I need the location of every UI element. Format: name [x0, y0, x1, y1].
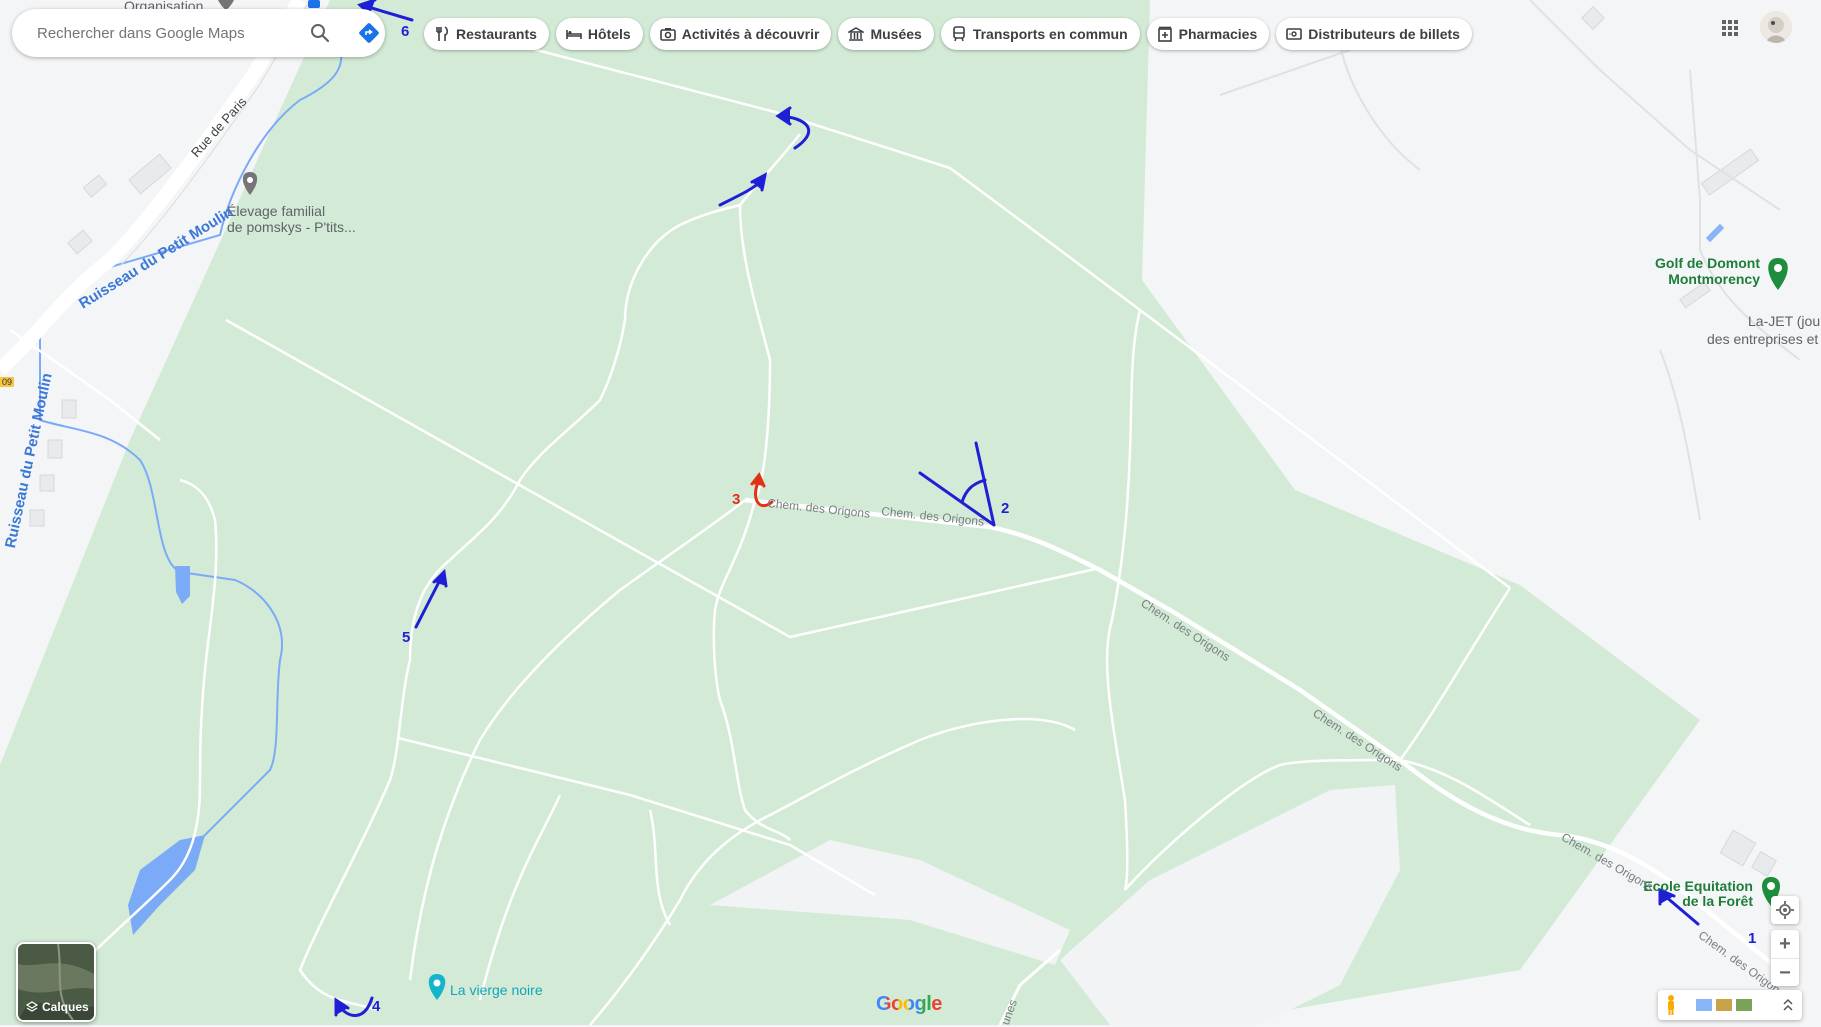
search-input[interactable] — [35, 23, 289, 43]
museum-icon — [848, 27, 865, 41]
bottom-controls-bar — [1658, 990, 1802, 1020]
layer-thumb-transit[interactable] — [1696, 999, 1712, 1011]
annotation-number-6: 6 — [401, 23, 410, 40]
avatar-image — [1760, 11, 1792, 43]
pegman-icon[interactable] — [1668, 995, 1674, 1015]
camera-icon — [659, 28, 676, 41]
annotation-number-4: 4 — [372, 998, 381, 1015]
annotation-number-5: 5 — [402, 629, 411, 646]
search-icon[interactable] — [308, 21, 332, 45]
atm-icon — [1286, 28, 1303, 40]
label-elevage-1[interactable]: Élevage familial — [227, 203, 325, 219]
my-location-icon — [1776, 901, 1794, 919]
search-box[interactable] — [12, 9, 385, 57]
apps-grid-icon[interactable] — [1718, 16, 1742, 40]
layer-thumb-biking[interactable] — [1736, 999, 1752, 1011]
chip-label: Musées — [870, 26, 922, 42]
layers-label: Calques — [42, 1000, 89, 1014]
chip-pharmacies[interactable]: Pharmacies — [1146, 18, 1270, 50]
layers-label-row: Calques — [26, 1000, 89, 1014]
bed-icon — [566, 30, 582, 39]
bottom-controls-graphics — [1668, 995, 1793, 1015]
annotation-number-2: 2 — [1001, 500, 1010, 517]
chip-activites[interactable]: Activités à découvrir — [649, 18, 832, 50]
chip-transports[interactable]: Transports en commun — [940, 18, 1140, 50]
google-logo: Google — [876, 993, 942, 1016]
zoom-out-button[interactable]: − — [1771, 958, 1799, 987]
account-avatar[interactable] — [1760, 11, 1792, 43]
chip-distributeurs[interactable]: Distributeurs de billets — [1276, 18, 1472, 50]
label-golf-1[interactable]: Golf de Domont — [1640, 255, 1760, 271]
annotation-number-1: 1 — [1748, 930, 1757, 947]
label-golf-2[interactable]: Montmorency — [1640, 271, 1760, 287]
chip-hotels[interactable]: Hôtels — [555, 18, 643, 50]
label-vierge-noire[interactable]: La vierge noire — [450, 982, 543, 998]
chip-musees[interactable]: Musées — [838, 18, 934, 50]
annotation-number-3: 3 — [732, 491, 741, 508]
directions-icon[interactable] — [357, 21, 381, 45]
transit-stop-icon[interactable] — [308, 0, 320, 8]
label-ecole-2[interactable]: de la Forêt — [1630, 893, 1753, 909]
chip-label: Pharmacies — [1178, 26, 1258, 42]
chip-label: Hôtels — [587, 26, 631, 42]
zoom-control: + − — [1771, 930, 1799, 986]
road-number-badge: 09 — [0, 377, 15, 387]
chip-label: Restaurants — [456, 26, 537, 42]
fork-knife-icon — [436, 26, 449, 41]
label-lajet-1[interactable]: La-JET (jour — [1748, 313, 1821, 329]
expand-chevron-icon[interactable] — [1783, 998, 1793, 1011]
chip-label: Transports en commun — [972, 26, 1128, 42]
zoom-in-button[interactable]: + — [1771, 930, 1799, 958]
label-elevage-2[interactable]: de pomskys - P'tits... — [227, 219, 356, 235]
label-lajet-2[interactable]: des entreprises et — [1707, 331, 1818, 347]
train-icon — [953, 26, 965, 42]
layer-thumb-terrain[interactable] — [1716, 999, 1732, 1011]
chip-label: Activités à découvrir — [681, 26, 820, 42]
layers-icon — [26, 1001, 38, 1012]
chip-restaurants[interactable]: Restaurants — [424, 18, 549, 50]
pharmacy-icon — [1157, 26, 1172, 42]
chip-label: Distributeurs de billets — [1308, 26, 1460, 42]
layers-button[interactable]: Calques — [16, 942, 96, 1022]
google-logo-text: Google — [876, 993, 942, 1015]
my-location-button[interactable] — [1771, 896, 1799, 924]
category-chips: Restaurants Hôtels Activités à découvrir… — [424, 18, 1472, 50]
